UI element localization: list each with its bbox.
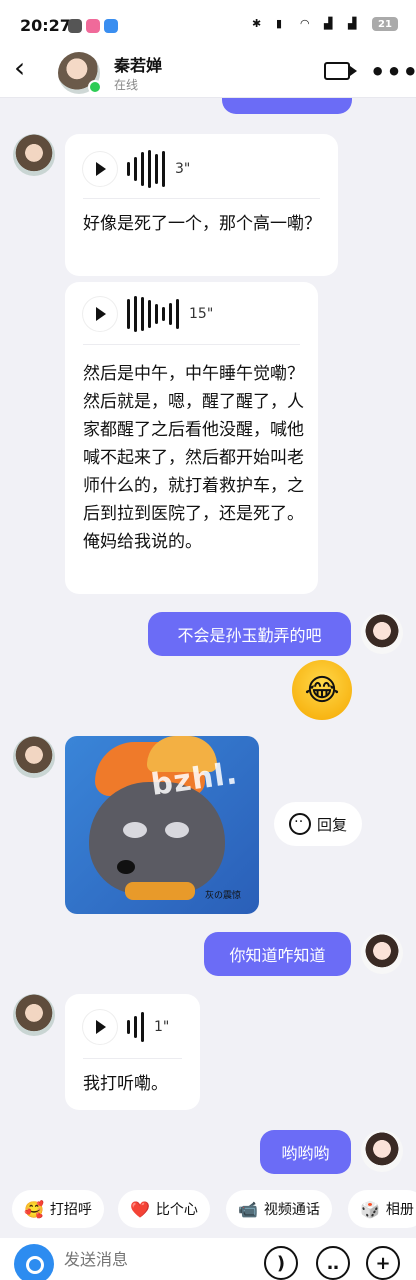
quick-action-label: 视频通话: [263, 1202, 320, 1218]
plus-icon[interactable]: +: [366, 1246, 400, 1280]
signal-icon-2: ▟: [348, 17, 357, 30]
contact-avatar[interactable]: [13, 994, 55, 1036]
contact-avatar[interactable]: [13, 736, 55, 778]
sticker-eye: [123, 822, 147, 838]
back-icon[interactable]: ‹: [14, 54, 42, 84]
sticker-image[interactable]: 灰の震惊 bzhl.: [65, 736, 259, 914]
sent-message[interactable]: 哟哟哟: [260, 1130, 351, 1174]
divider: [83, 198, 320, 199]
reply-label: 回复: [316, 815, 347, 834]
battery-icon: 21: [372, 17, 398, 31]
voice-message[interactable]: 3" 好像是死了一个，那个高一嘞？: [65, 134, 338, 276]
voice-duration: 1": [154, 1019, 170, 1035]
quick-action-label: 打招呼: [49, 1202, 92, 1218]
contact-avatar[interactable]: [13, 134, 55, 176]
video-call-icon[interactable]: [324, 62, 357, 80]
sent-message[interactable]: 你知道咋知道: [204, 932, 351, 976]
quick-action-heart[interactable]: ❤️ 比个心: [118, 1190, 210, 1228]
dice-icon: 🎲: [360, 1199, 380, 1219]
contact-status: 在线: [114, 78, 139, 92]
status-time: 20:27: [20, 16, 71, 35]
voice-message[interactable]: 15" 然后是中午，中午睡午觉嘞？然后就是，嗯，醒了醒了，人家都醒了之后看他没醒…: [65, 282, 318, 594]
voice-duration: 15": [189, 306, 214, 322]
hd-icon: ▮: [276, 17, 283, 30]
voice-message[interactable]: 1" 我打听嘞。: [65, 994, 200, 1110]
my-avatar[interactable]: [361, 612, 403, 654]
waveform-icon: [127, 296, 179, 332]
smile-icon: [288, 810, 311, 835]
quick-action-label: 相册: [385, 1202, 414, 1218]
sent-message[interactable]: 不会是孙玉勤弄的吧: [148, 612, 351, 656]
voice-transcript: 我打听嘞。: [83, 1074, 168, 1094]
sent-message-partial: [222, 98, 352, 114]
more-icon[interactable]: •••: [370, 58, 416, 86]
quick-action-label: 比个心: [155, 1202, 198, 1218]
voice-transcript: 好像是死了一个，那个高一嘞？: [83, 214, 321, 234]
bluetooth-icon: ✱: [252, 17, 262, 30]
waveform-icon: [127, 150, 165, 188]
divider: [83, 344, 300, 345]
status-indicators: ✱ ▮ ◠ ▟ ▟ 21: [252, 17, 398, 31]
laughing-emoji[interactable]: 😂: [292, 660, 352, 720]
video-icon: 📹: [238, 1199, 258, 1219]
voice-duration: 3": [175, 161, 191, 177]
message-input[interactable]: [64, 1250, 244, 1269]
sticker-eye: [165, 822, 189, 838]
my-avatar[interactable]: [361, 932, 403, 974]
play-icon[interactable]: [83, 297, 117, 331]
contact-name: 秦若婵: [114, 56, 163, 75]
emoji-icon[interactable]: ‥: [316, 1246, 350, 1280]
heart-icon: ❤️: [130, 1199, 150, 1219]
quick-actions-bar: 🥰 打招呼 ❤️ 比个心 📹 视频通话 🎲 相册: [0, 1188, 416, 1232]
camera-icon[interactable]: [14, 1244, 54, 1280]
signal-icon: ▟: [324, 17, 333, 30]
bilibili-icon: [86, 19, 100, 33]
chat-header: ‹ 秦若婵 在线 •••: [0, 44, 416, 98]
sticker-scarf: [125, 882, 195, 900]
play-icon[interactable]: [83, 152, 117, 186]
greet-icon: 🥰: [24, 1199, 44, 1219]
sticker-caption: 灰の震惊: [205, 891, 242, 901]
voice-transcript: 然后是中午，中午睡午觉嘞？然后就是，嗯，醒了醒了，人家都醒了之后看他没醒，喊他喊…: [83, 364, 304, 552]
quick-action-album[interactable]: 🎲 相册: [348, 1190, 416, 1228]
input-bar: ) ‥ +: [0, 1238, 416, 1280]
reply-button[interactable]: 回复: [274, 802, 362, 846]
divider: [83, 1058, 182, 1059]
waveform-icon: [127, 1012, 144, 1042]
voice-input-icon[interactable]: ): [264, 1246, 298, 1280]
sticker-nose: [117, 860, 135, 874]
quick-action-greet[interactable]: 🥰 打招呼: [12, 1190, 104, 1228]
play-icon[interactable]: [83, 1010, 117, 1044]
online-indicator: [88, 80, 102, 94]
my-avatar[interactable]: [361, 1130, 403, 1172]
k-app-icon: [104, 19, 118, 33]
wechat-icon: [68, 19, 82, 33]
quick-action-video-call[interactable]: 📹 视频通话: [226, 1190, 332, 1228]
wifi-icon: ◠: [300, 17, 310, 30]
